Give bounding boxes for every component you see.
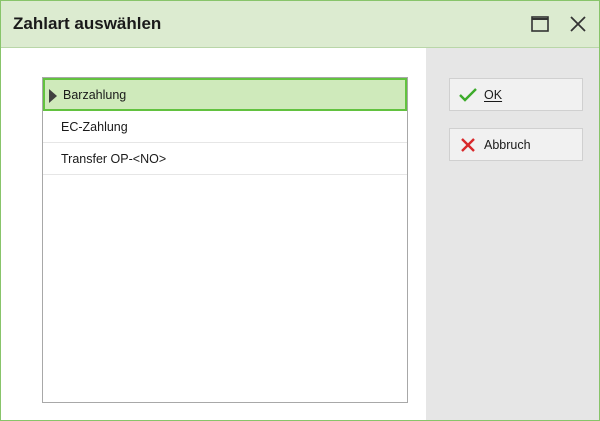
- dialog-window: Zahlart auswählen Barzahlung EC-Zahlung …: [0, 0, 600, 421]
- title-bar: Zahlart auswählen: [1, 1, 599, 48]
- ok-button-label: OK: [484, 87, 503, 102]
- dialog-title: Zahlart auswählen: [13, 14, 162, 33]
- close-icon: [570, 16, 586, 32]
- list-item-label: Transfer OP-<NO>: [61, 151, 167, 166]
- cancel-button-label: Abbruch: [484, 137, 531, 152]
- maximize-button[interactable]: [525, 9, 555, 39]
- cancel-button[interactable]: Abbruch: [449, 128, 583, 161]
- x-icon: [458, 136, 478, 154]
- list-item-label: EC-Zahlung: [61, 119, 128, 134]
- checkmark-icon: [458, 86, 478, 104]
- ok-button[interactable]: OK: [449, 78, 583, 111]
- row-indicator-icon: [49, 89, 57, 103]
- close-button[interactable]: [563, 9, 593, 39]
- maximize-icon: [531, 16, 549, 32]
- list-item-barzahlung[interactable]: Barzahlung: [43, 78, 407, 111]
- list-item-transfer-op[interactable]: Transfer OP-<NO>: [43, 143, 407, 175]
- payment-method-list[interactable]: Barzahlung EC-Zahlung Transfer OP-<NO>: [42, 77, 408, 403]
- list-item-label: Barzahlung: [63, 87, 127, 102]
- list-item-ec-zahlung[interactable]: EC-Zahlung: [43, 111, 407, 143]
